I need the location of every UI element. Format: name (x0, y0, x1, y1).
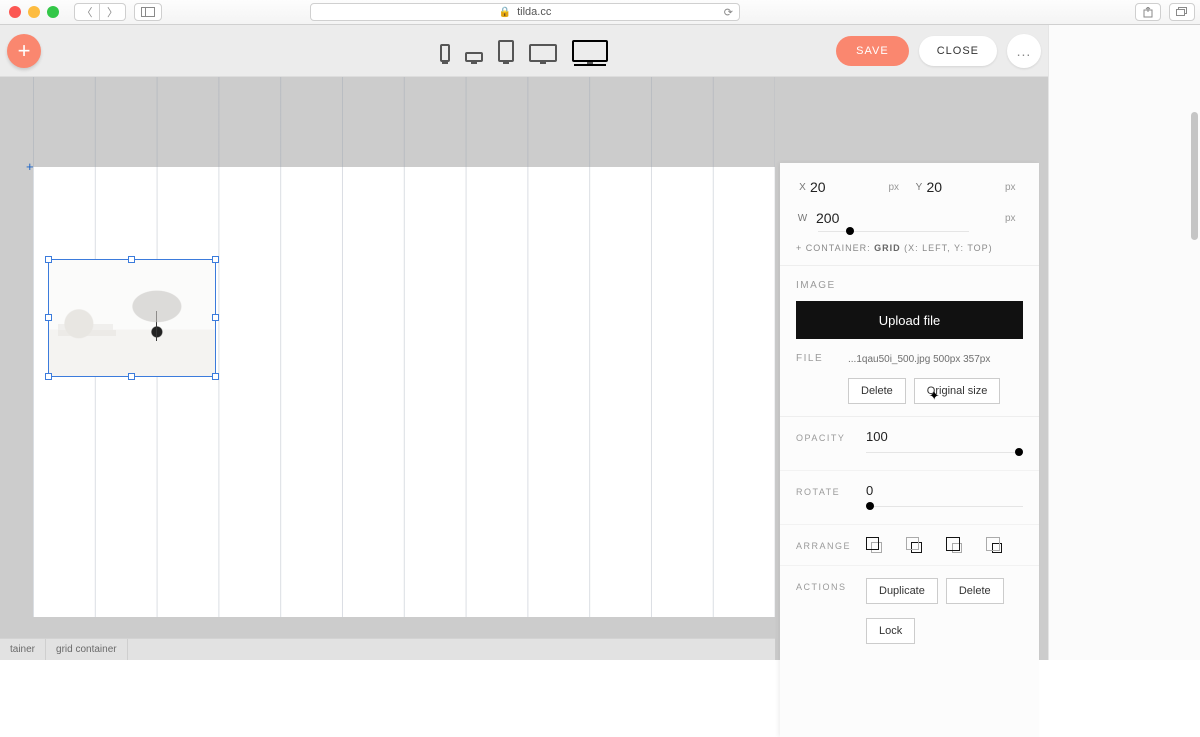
opacity-row: OPACITY 100 (780, 417, 1039, 471)
upload-file-button[interactable]: Upload file (796, 301, 1023, 339)
opacity-value[interactable]: 100 (866, 429, 1023, 444)
window-close-dot[interactable] (9, 6, 21, 18)
rotate-slider[interactable] (866, 502, 1023, 512)
w-label: W (796, 213, 810, 224)
image-section-title: IMAGE (796, 280, 1023, 291)
image-content (49, 260, 215, 376)
actions-label: ACTIONS (796, 582, 866, 592)
y-label: Y (913, 182, 927, 193)
file-delete-button[interactable]: Delete (848, 378, 906, 404)
bp-laptop[interactable] (529, 44, 557, 62)
bp-tablet[interactable] (498, 40, 514, 62)
add-block-button[interactable]: + (7, 34, 41, 68)
bp-phone-landscape[interactable] (465, 52, 483, 62)
arrange-forward-icon[interactable] (946, 537, 964, 553)
tabs-button[interactable] (1169, 3, 1195, 21)
browser-right-gutter (1048, 25, 1200, 660)
breakpoint-switcher (440, 40, 608, 62)
resize-handle-br[interactable] (212, 373, 219, 380)
rotate-value[interactable]: 0 (866, 483, 1023, 498)
origin-marker: + (26, 159, 34, 174)
bp-desktop[interactable] (572, 40, 608, 62)
arrange-backward-icon[interactable] (986, 537, 1004, 553)
window-min-dot[interactable] (28, 6, 40, 18)
resize-handle-mr[interactable] (212, 314, 219, 321)
opacity-label: OPACITY (796, 433, 866, 443)
traffic-lights (9, 6, 59, 18)
crumb-partial[interactable]: tainer (0, 639, 46, 660)
window-max-dot[interactable] (47, 6, 59, 18)
lock-button[interactable]: Lock (866, 618, 915, 644)
resize-handle-tl[interactable] (45, 256, 52, 263)
breadcrumb-footer: tainer grid container (0, 638, 775, 660)
url-host: tilda.cc (517, 6, 551, 18)
lock-icon: 🔒 (499, 7, 511, 18)
width-slider[interactable] (818, 229, 1023, 235)
opacity-slider[interactable] (866, 448, 1023, 458)
forward-button[interactable]: 〉 (100, 3, 126, 21)
app-toolbar: + SAVE CLOSE ... (0, 25, 1048, 77)
rotate-label: ROTATE (796, 487, 866, 497)
bp-phone-portrait[interactable] (440, 44, 450, 62)
rotate-row: ROTATE 0 (780, 471, 1039, 525)
w-unit: px (1005, 213, 1023, 224)
resize-handle-tm[interactable] (128, 256, 135, 263)
vertical-scrollbar[interactable] (1191, 112, 1198, 240)
container-note: + CONTAINER: GRID (X: LEFT, Y: TOP) (796, 243, 1023, 253)
properties-panel: X px Y px W px + CONTAINER: G (780, 163, 1039, 737)
position-section: X px Y px W px + CONTAINER: G (780, 163, 1039, 266)
duplicate-button[interactable]: Duplicate (866, 578, 938, 604)
actions-row: ACTIONS Duplicate Delete Lock (780, 566, 1039, 656)
history-nav: 〈 〉 (74, 3, 126, 21)
arrange-label: ARRANGE (796, 541, 866, 551)
x-input[interactable] (810, 177, 889, 198)
sidebar-toggle[interactable] (134, 3, 162, 21)
close-button[interactable]: CLOSE (919, 36, 997, 66)
file-value: ...1qau50i_500.jpg 500px 357px (848, 353, 1023, 368)
arrange-row: ARRANGE (780, 525, 1039, 566)
x-unit: px (889, 182, 907, 193)
selected-image[interactable] (48, 259, 216, 377)
resize-handle-bm[interactable] (128, 373, 135, 380)
arrange-back-icon[interactable] (906, 537, 924, 553)
x-label: X (796, 182, 810, 193)
workspace: + tainer grid container X px Y (0, 77, 1048, 660)
reload-icon[interactable]: ⟳ (724, 6, 733, 19)
resize-handle-bl[interactable] (45, 373, 52, 380)
more-button[interactable]: ... (1007, 34, 1041, 68)
resize-handle-tr[interactable] (212, 256, 219, 263)
y-input[interactable] (927, 177, 1006, 198)
save-button[interactable]: SAVE (836, 36, 909, 66)
y-unit: px (1005, 182, 1023, 193)
crumb-grid-container[interactable]: grid container (46, 639, 128, 660)
arrange-front-icon[interactable] (866, 537, 884, 553)
resize-handle-ml[interactable] (45, 314, 52, 321)
w-input[interactable] (816, 208, 999, 229)
artboard[interactable] (33, 167, 775, 617)
share-button[interactable] (1135, 3, 1161, 21)
image-section: IMAGE Upload file FILE ...1qau50i_500.jp… (780, 266, 1039, 417)
delete-button[interactable]: Delete (946, 578, 1004, 604)
browser-chrome: 〈 〉 🔒 tilda.cc ⟳ (0, 0, 1200, 25)
file-label: FILE (796, 353, 848, 368)
original-size-button[interactable]: Original size ✦ (914, 378, 1001, 404)
back-button[interactable]: 〈 (74, 3, 100, 21)
url-bar[interactable]: 🔒 tilda.cc ⟳ (310, 3, 740, 21)
